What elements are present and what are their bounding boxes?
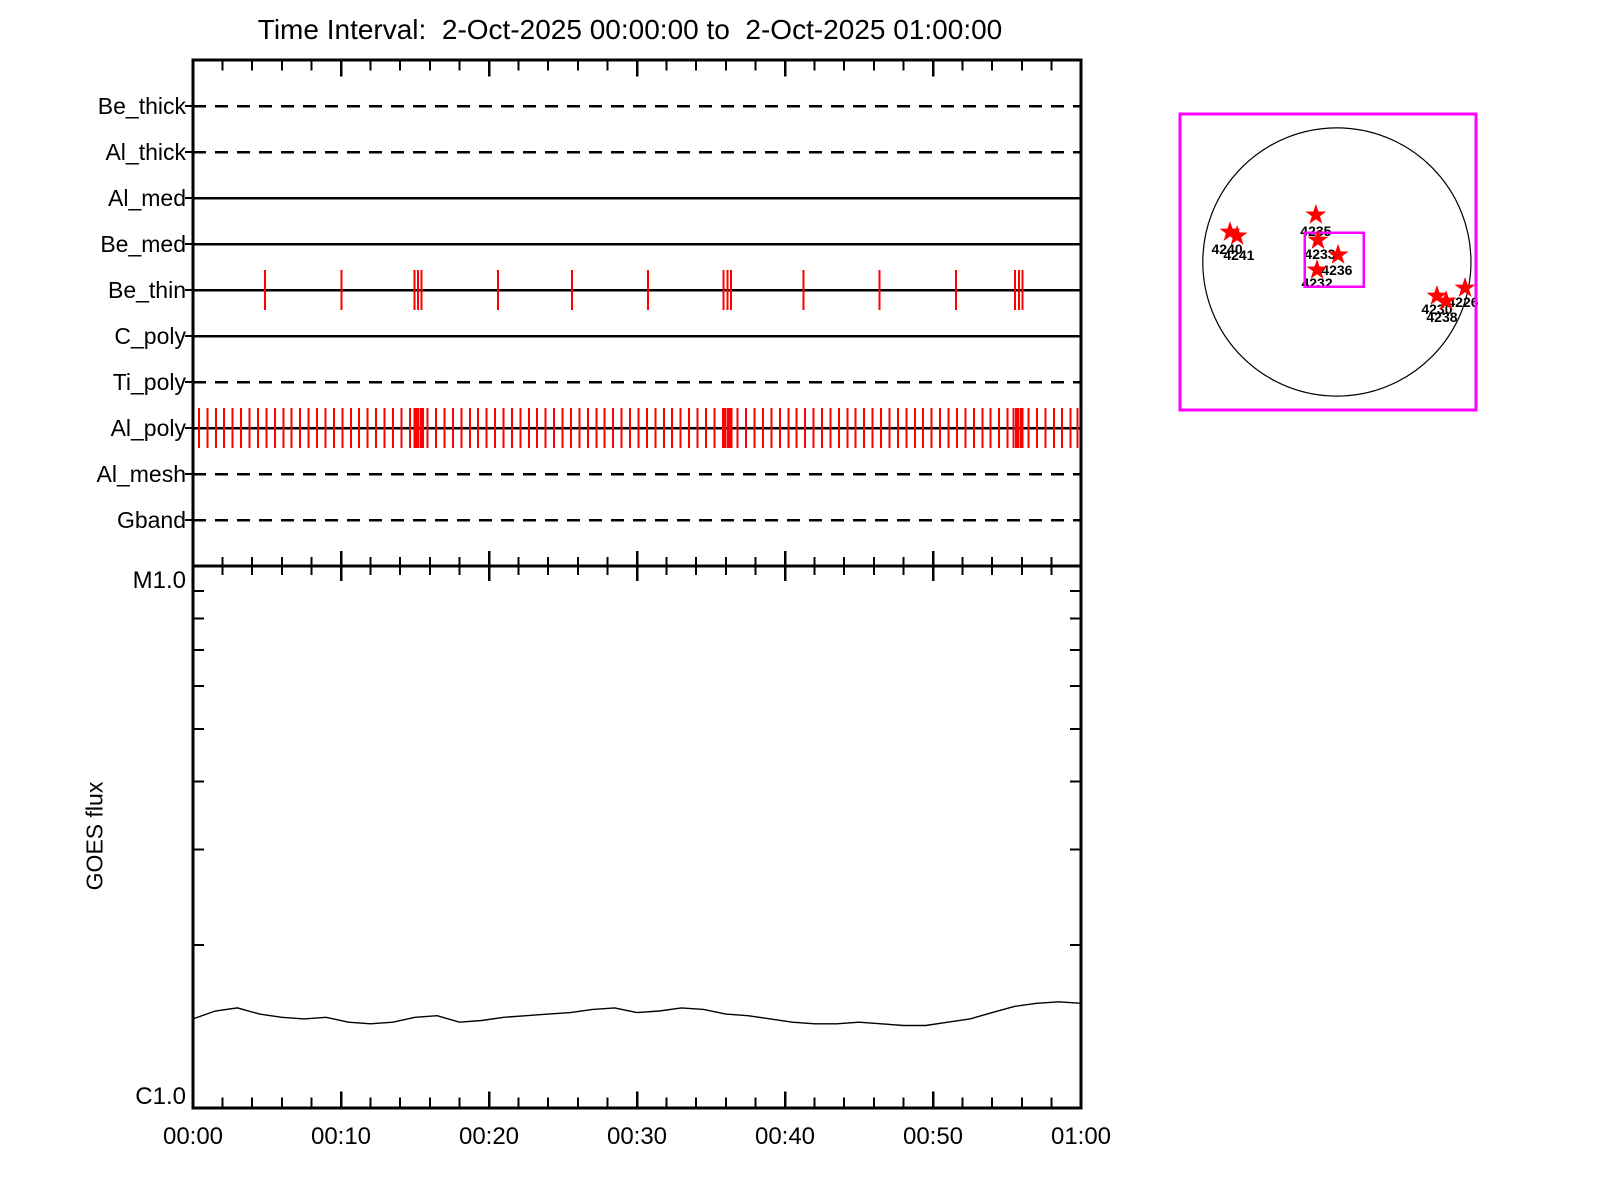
active-region-star-4236 — [1327, 243, 1349, 264]
xrt-goes-timeline-screen: { "title": "Time Interval: 2-Oct-2025 00… — [0, 0, 1600, 1200]
solar-limb-circle — [1202, 127, 1472, 397]
active-region-star-4232 — [1306, 259, 1328, 279]
active-region-star-4235 — [1305, 203, 1327, 224]
goes-flux-curve — [192, 1001, 1082, 1027]
plot-canvas — [185, 58, 1478, 1110]
active-region-star-4226 — [1454, 277, 1476, 297]
solar-map-frame — [1178, 112, 1478, 412]
goes-panel-frame — [191, 564, 1083, 1110]
timeline-panel-frame — [191, 58, 1083, 568]
